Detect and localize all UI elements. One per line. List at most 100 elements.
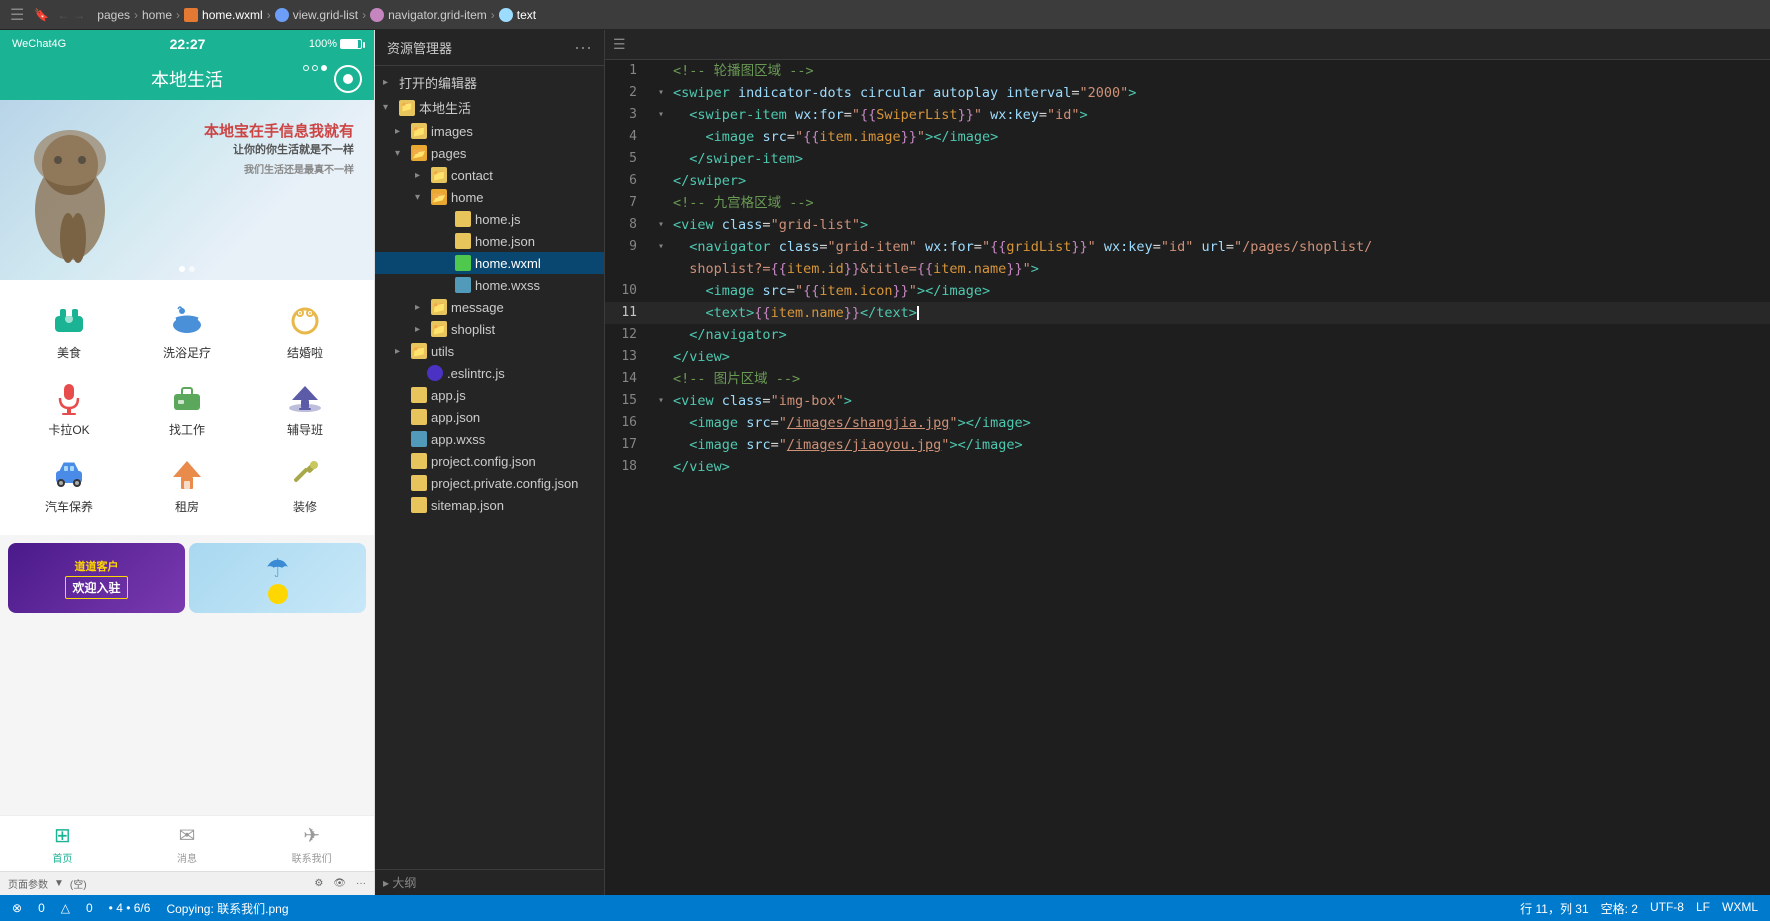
line-num-6: 6 xyxy=(605,170,653,192)
forward-button[interactable]: → xyxy=(73,8,85,22)
root-arrow: ▾ xyxy=(383,102,395,113)
eslint-label: .eslintrc.js xyxy=(447,366,505,381)
fold-9[interactable]: ▾ xyxy=(653,236,669,258)
fold-8[interactable]: ▾ xyxy=(653,214,669,236)
breadcrumb-bar: ☰ 🔖 ← → pages › home › home.wxml › view.… xyxy=(0,0,1770,30)
tree-root[interactable]: ▾ 📁 本地生活 xyxy=(375,95,604,120)
banner-blue[interactable]: ☂ xyxy=(189,543,366,613)
nav-contact[interactable]: ✈ 联系我们 xyxy=(249,816,374,871)
breadcrumb-pages[interactable]: pages xyxy=(97,8,130,22)
grid-item-job[interactable]: 找工作 xyxy=(147,377,227,438)
file-tree[interactable]: ▸ 打开的编辑器 ▾ 📁 本地生活 ▸ 📁 images ▾ 📂 pages xyxy=(375,66,604,869)
code-content-17: <image src="/images/jiaoyou.jpg"></image… xyxy=(669,434,1770,456)
nav-message[interactable]: ✉ 消息 xyxy=(125,816,250,871)
home-wxss-icon xyxy=(455,277,471,293)
layout-icon[interactable]: ☰ xyxy=(10,5,24,25)
battery-status: 100% xyxy=(309,38,362,50)
settings-icon[interactable]: ⚙ xyxy=(314,878,323,889)
fold-3[interactable]: ▾ xyxy=(653,104,669,126)
tree-open-editors[interactable]: ▸ 打开的编辑器 xyxy=(375,70,604,95)
swiper-dots xyxy=(179,266,195,272)
app-json-label: app.json xyxy=(431,410,480,425)
tree-project-private[interactable]: project.private.config.json xyxy=(375,472,604,494)
fold-2[interactable]: ▾ xyxy=(653,82,669,104)
grid-item-wedding[interactable]: 结婚啦 xyxy=(265,300,345,361)
phone-bottom-bar: 页面参数 ▼ (空) ⚙ 👁 ··· xyxy=(0,871,374,895)
line-num-17: 17 xyxy=(605,434,653,456)
images-folder-icon: 📁 xyxy=(411,123,427,139)
breadcrumb-home[interactable]: home xyxy=(142,8,172,22)
open-editors-arrow: ▸ xyxy=(383,77,395,88)
grid-item-bath[interactable]: 洗浴足疗 xyxy=(147,300,227,361)
tree-contact[interactable]: ▸ 📁 contact xyxy=(375,164,604,186)
message-folder-icon: 📁 xyxy=(431,299,447,315)
line-num-9: 9 xyxy=(605,236,653,258)
tree-home[interactable]: ▾ 📂 home xyxy=(375,186,604,208)
file-panel-more[interactable]: ··· xyxy=(574,37,592,58)
outline-section[interactable]: ▸ 大纲 xyxy=(375,869,604,895)
tree-app-js[interactable]: app.js xyxy=(375,384,604,406)
dot-2 xyxy=(312,65,318,71)
tree-app-json[interactable]: app.json xyxy=(375,406,604,428)
tree-message[interactable]: ▸ 📁 message xyxy=(375,296,604,318)
warning-count: 0 xyxy=(86,901,93,915)
lion-image xyxy=(10,120,130,270)
tree-pages[interactable]: ▾ 📂 pages xyxy=(375,142,604,164)
grid-item-car[interactable]: 汽车保养 xyxy=(29,454,109,515)
breadcrumb-nav[interactable]: navigator.grid-item xyxy=(388,8,487,22)
code-content-7: <!-- 九宫格区域 --> xyxy=(669,192,1770,214)
tree-shoplist[interactable]: ▸ 📁 shoplist xyxy=(375,318,604,340)
grid-section: 美食 洗浴足疗 xyxy=(0,280,374,535)
tree-project-config[interactable]: project.config.json xyxy=(375,450,604,472)
main-layout: WeChat4G 22:27 100% 本地生活 xyxy=(0,30,1770,895)
tree-home-js[interactable]: home.js xyxy=(375,208,604,230)
project-private-label: project.private.config.json xyxy=(431,476,578,491)
grid-item-tutor[interactable]: 辅导班 xyxy=(265,377,345,438)
tree-home-json[interactable]: home.json xyxy=(375,230,604,252)
line-num-18: 18 xyxy=(605,456,653,478)
food-icon xyxy=(49,300,89,340)
grid-row-3: 汽车保养 租房 xyxy=(0,446,374,523)
breadcrumb-view[interactable]: view.grid-list xyxy=(293,8,358,22)
grid-item-decor[interactable]: 装修 xyxy=(265,454,345,515)
preview-icon[interactable]: 👁 xyxy=(333,878,346,889)
more-icon[interactable]: ··· xyxy=(356,878,366,889)
karaoke-icon xyxy=(49,377,89,417)
code-line-4: 4 <image src="{{item.image}}"></image> xyxy=(605,126,1770,148)
breadcrumb-text[interactable]: text xyxy=(517,8,536,22)
phone-nav: ⊞ 首页 ✉ 消息 ✈ 联系我们 xyxy=(0,815,374,871)
tree-utils[interactable]: ▸ 📁 utils xyxy=(375,340,604,362)
battery-icon xyxy=(340,39,362,49)
back-button[interactable]: ← xyxy=(57,8,69,22)
code-line-3: 3 ▾ <swiper-item wx:for="{{SwiperList}}"… xyxy=(605,104,1770,126)
grid-item-food[interactable]: 美食 xyxy=(29,300,109,361)
app-json-icon xyxy=(411,409,427,425)
banner-purple[interactable]: 道道客户 欢迎入驻 xyxy=(8,543,185,613)
line-num-8: 8 xyxy=(605,214,653,236)
bookmark-icon[interactable]: 🔖 xyxy=(34,8,49,22)
tree-eslint[interactable]: .eslintrc.js xyxy=(375,362,604,384)
tree-images[interactable]: ▸ 📁 images xyxy=(375,120,604,142)
breadcrumb-wxml[interactable]: home.wxml xyxy=(202,8,263,22)
tree-app-wxss[interactable]: app.wxss xyxy=(375,428,604,450)
nav-home[interactable]: ⊞ 首页 xyxy=(0,816,125,871)
tree-home-wxss[interactable]: home.wxss xyxy=(375,274,604,296)
layout-toggle-icon[interactable]: ☰ xyxy=(613,36,626,53)
record-button[interactable] xyxy=(334,65,362,93)
tree-sitemap[interactable]: sitemap.json xyxy=(375,494,604,516)
code-line-13: 13 </view> xyxy=(605,346,1770,368)
grid-item-rental[interactable]: 租房 xyxy=(147,454,227,515)
tree-home-wxml[interactable]: home.wxml xyxy=(375,252,604,274)
sitemap-label: sitemap.json xyxy=(431,498,504,513)
shoplist-arrow: ▸ xyxy=(415,324,427,335)
line-num-1: 1 xyxy=(605,60,653,82)
nav-home-icon: ⊞ xyxy=(54,823,71,848)
text-icon xyxy=(499,8,513,22)
fold-15[interactable]: ▾ xyxy=(653,390,669,412)
grid-item-karaoke[interactable]: 卡拉OK xyxy=(29,377,109,438)
phone-content[interactable]: 本地宝在手信息我就有 让你的你生活就是不一样 我们生活还是最真不一样 xyxy=(0,100,374,815)
code-editor[interactable]: 1 <!-- 轮播图区域 --> 2 ▾ <swiper indicator-d… xyxy=(605,60,1770,895)
images-label: images xyxy=(431,124,473,139)
grid-row-2: 卡拉OK 找工作 xyxy=(0,369,374,446)
root-label: 本地生活 xyxy=(419,98,471,117)
